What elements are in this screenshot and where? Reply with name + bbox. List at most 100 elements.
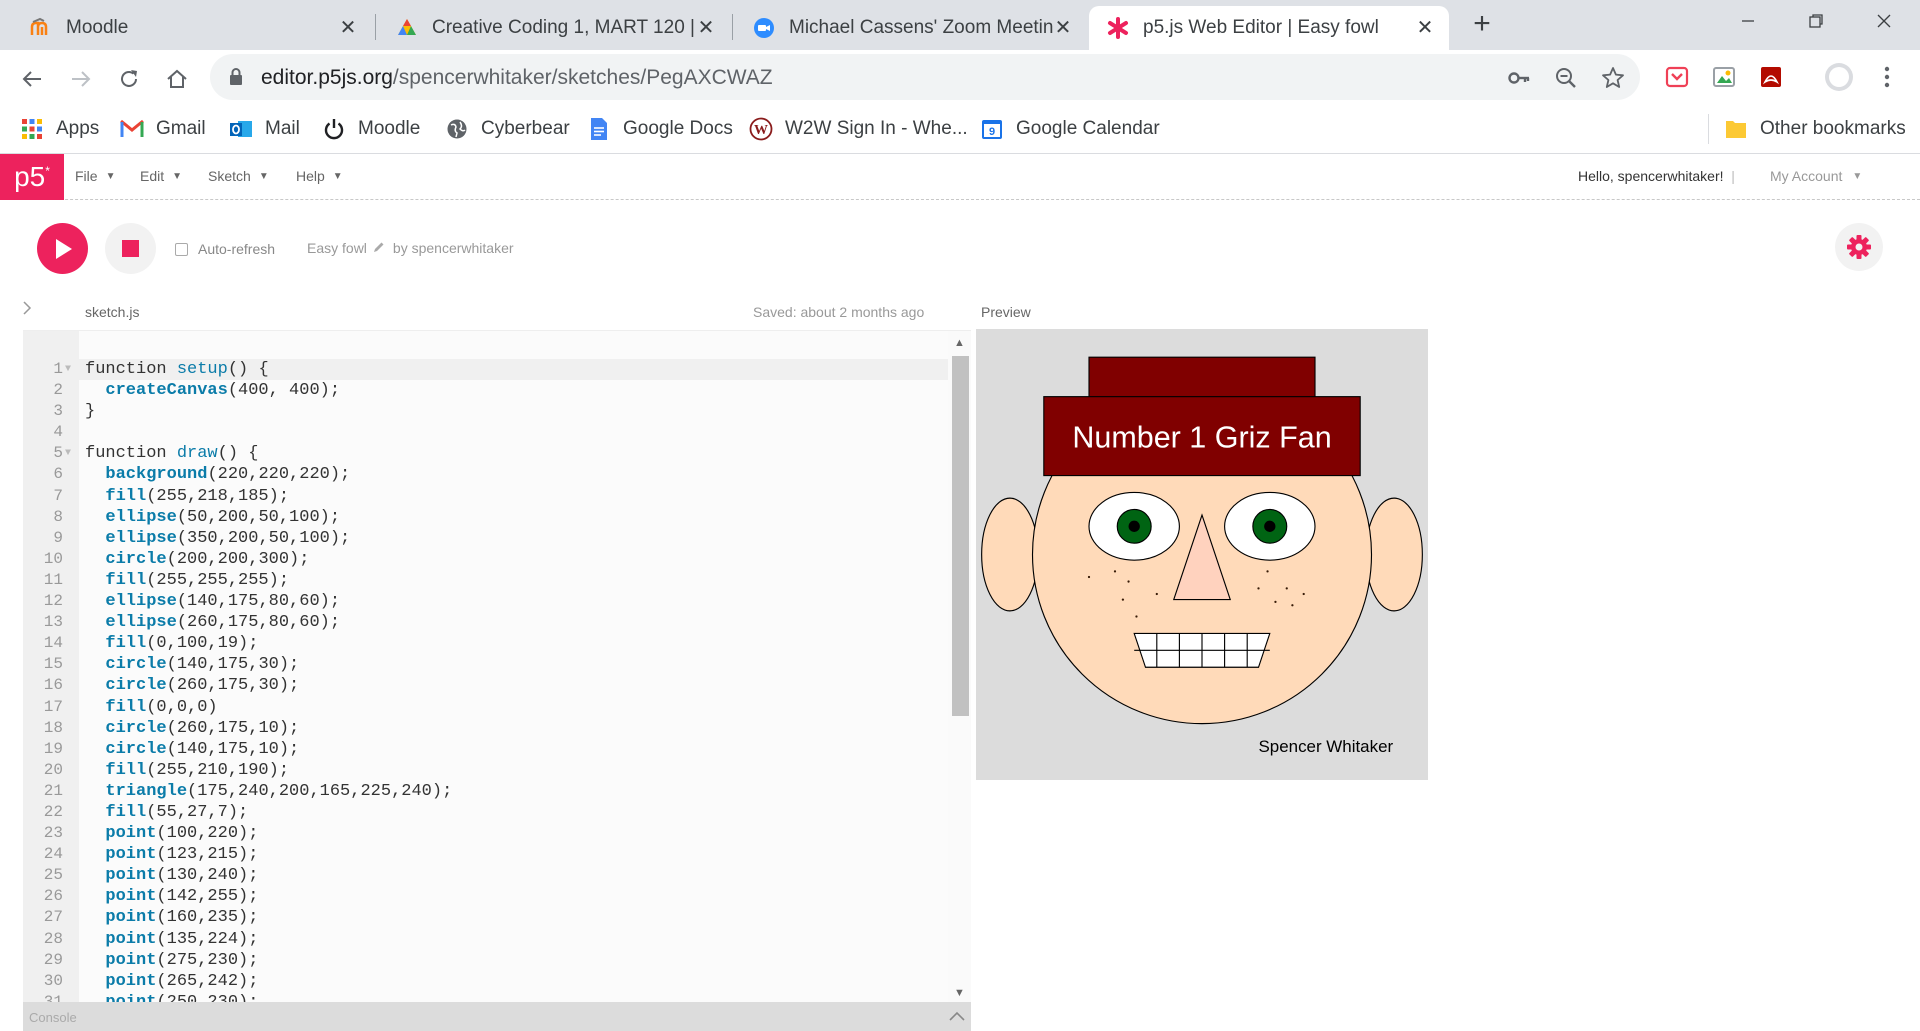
- code-line[interactable]: 29 point(275,230);: [23, 950, 948, 971]
- bookmark-google-calendar[interactable]: 9 Google Calendar: [980, 114, 1160, 144]
- menu-file[interactable]: File ▼: [75, 168, 115, 184]
- line-number: 12: [43, 592, 63, 611]
- tab-p5-editor[interactable]: p5.js Web Editor | Easy fowl ✕: [1089, 6, 1449, 50]
- code-line[interactable]: 25 point(130,240);: [23, 865, 948, 886]
- my-account-label: My Account: [1770, 168, 1843, 184]
- zoom-out-icon[interactable]: [1553, 65, 1579, 91]
- code-line[interactable]: 12 ellipse(140,175,80,60);: [23, 591, 948, 612]
- close-icon[interactable]: ✕: [338, 18, 358, 38]
- code-line[interactable]: 1 ▼ function setup() {: [23, 359, 948, 381]
- right-ear: [1365, 497, 1423, 612]
- reload-button[interactable]: [112, 62, 146, 96]
- key-icon[interactable]: [1506, 65, 1532, 91]
- url-text[interactable]: editor.p5js.org/spencerwhitaker/sketches…: [261, 66, 773, 90]
- bookmark-cyberbear[interactable]: Cyberbear: [445, 114, 570, 144]
- close-icon[interactable]: ✕: [1415, 18, 1435, 38]
- pocket-extension-icon[interactable]: [1664, 64, 1690, 90]
- bookmark-label: Apps: [56, 118, 100, 139]
- sketch-name-text[interactable]: Easy fowl: [307, 240, 367, 256]
- code-line[interactable]: 15 circle(140,175,30);: [23, 654, 948, 675]
- stop-button[interactable]: [105, 223, 156, 274]
- other-bookmarks[interactable]: Other bookmarks: [1724, 114, 1906, 144]
- console-panel[interactable]: Console: [23, 1002, 971, 1031]
- code-line[interactable]: 2 createCanvas(400, 400);: [23, 380, 948, 401]
- code-line[interactable]: 14 fill(0,100,19);: [23, 633, 948, 654]
- code-line[interactable]: 4: [23, 422, 948, 443]
- auto-refresh-toggle[interactable]: Auto-refresh: [175, 241, 275, 257]
- chrome-menu-icon[interactable]: [1874, 64, 1900, 90]
- code-line[interactable]: 13 ellipse(260,175,80,60);: [23, 612, 948, 633]
- code-line[interactable]: 11 fill(255,255,255);: [23, 570, 948, 591]
- pdf-extension-icon[interactable]: [1758, 64, 1784, 90]
- scroll-up-icon[interactable]: ▲: [954, 337, 965, 349]
- code-line[interactable]: 17 fill(0,0,0): [23, 697, 948, 718]
- preview-canvas[interactable]: Number 1 Griz Fan Spencer Whitaker: [976, 329, 1428, 780]
- tab-creative-coding[interactable]: Creative Coding 1, MART 120 | W ✕: [378, 6, 730, 50]
- code-line[interactable]: 7 fill(255,218,185);: [23, 486, 948, 507]
- code-line[interactable]: 19 circle(140,175,10);: [23, 739, 948, 760]
- tab-strip: Moodle ✕ Creative Coding 1, MART 120 | W…: [0, 0, 1920, 50]
- code-line[interactable]: 30 point(265,242);: [23, 971, 948, 992]
- code-text: point(142,255);: [105, 887, 259, 907]
- new-tab-button[interactable]: +: [1467, 9, 1497, 40]
- menu-help[interactable]: Help ▼: [296, 168, 343, 184]
- code-line[interactable]: 23 point(100,220);: [23, 823, 948, 844]
- code-line[interactable]: 10 circle(200,200,300);: [23, 549, 948, 570]
- tab-moodle[interactable]: Moodle ✕: [12, 6, 372, 50]
- bookmark-mail[interactable]: Mail: [229, 114, 300, 144]
- settings-button[interactable]: [1835, 223, 1883, 271]
- close-icon[interactable]: ✕: [1053, 18, 1073, 38]
- code-line[interactable]: 9 ellipse(350,200,50,100);: [23, 528, 948, 549]
- menu-edit[interactable]: Edit ▼: [140, 168, 182, 184]
- code-text: createCanvas(400, 400);: [105, 381, 341, 401]
- scrollbar-thumb[interactable]: [952, 356, 969, 716]
- code-area[interactable]: 1 ▼ function setup() {2 createCanvas(400, …: [23, 359, 948, 1002]
- code-line[interactable]: 31 point(250,230);: [23, 992, 948, 1002]
- close-window-button[interactable]: [1850, 0, 1918, 42]
- forward-button[interactable]: [64, 62, 98, 96]
- chevron-up-icon[interactable]: [949, 1008, 965, 1024]
- restore-button[interactable]: [1782, 0, 1850, 42]
- play-button[interactable]: [37, 223, 88, 274]
- image-extension-icon[interactable]: [1711, 64, 1737, 90]
- auto-refresh-checkbox[interactable]: [175, 242, 188, 256]
- bookmark-apps[interactable]: Apps: [20, 114, 99, 144]
- chevron-right-icon[interactable]: [22, 301, 32, 320]
- bookmark-w2w[interactable]: W W2W Sign In - Whe...: [749, 114, 968, 144]
- code-line[interactable]: 28 point(135,224);: [23, 929, 948, 950]
- address-bar[interactable]: editor.p5js.org/spencerwhitaker/sketches…: [210, 54, 1640, 100]
- code-line[interactable]: 8 ellipse(50,200,50,100);: [23, 507, 948, 528]
- back-button[interactable]: [15, 62, 49, 96]
- code-line[interactable]: 5 ▼ function draw() {: [23, 443, 948, 464]
- file-tab[interactable]: sketch.js: [85, 304, 139, 320]
- home-button[interactable]: [160, 62, 194, 96]
- tab-zoom[interactable]: Michael Cassens' Zoom Meeting ✕: [735, 6, 1087, 50]
- code-line[interactable]: 22 fill(55,27,7);: [23, 802, 948, 823]
- code-editor[interactable]: 1 ▼ function setup() {2 createCanvas(400, …: [23, 330, 971, 1002]
- code-line[interactable]: 20 fill(255,210,190);: [23, 760, 948, 781]
- close-icon[interactable]: ✕: [696, 18, 716, 38]
- bookmark-gmail[interactable]: Gmail: [120, 114, 206, 144]
- bookmark-star-icon[interactable]: [1600, 65, 1626, 91]
- scroll-down-icon[interactable]: ▼: [954, 987, 965, 999]
- code-line[interactable]: 21 triangle(175,240,200,165,225,240);: [23, 781, 948, 802]
- minimize-button[interactable]: [1714, 0, 1782, 42]
- fold-arrow-icon[interactable]: ▼: [65, 443, 71, 464]
- code-line[interactable]: 18 circle(260,175,10);: [23, 718, 948, 739]
- code-line[interactable]: 6 background(220,220,220);: [23, 464, 948, 485]
- code-line[interactable]: 27 point(160,235);: [23, 907, 948, 928]
- line-number: 25: [43, 866, 63, 885]
- code-line[interactable]: 3}: [23, 401, 948, 422]
- my-account-menu[interactable]: My Account ▼: [1770, 168, 1862, 184]
- code-line[interactable]: 16 circle(260,175,30);: [23, 675, 948, 696]
- menu-sketch[interactable]: Sketch ▼: [208, 168, 269, 184]
- pencil-icon[interactable]: [373, 241, 385, 256]
- p5-logo[interactable]: p5 *: [0, 154, 64, 200]
- editor-scrollbar[interactable]: ▲ ▼: [948, 331, 971, 1002]
- code-line[interactable]: 26 point(142,255);: [23, 886, 948, 907]
- profile-avatar-icon[interactable]: [1824, 62, 1854, 92]
- bookmark-google-docs[interactable]: Google Docs: [587, 114, 733, 144]
- fold-arrow-icon[interactable]: ▼: [65, 359, 71, 380]
- code-line[interactable]: 24 point(123,215);: [23, 844, 948, 865]
- bookmark-moodle[interactable]: Moodle: [322, 114, 420, 144]
